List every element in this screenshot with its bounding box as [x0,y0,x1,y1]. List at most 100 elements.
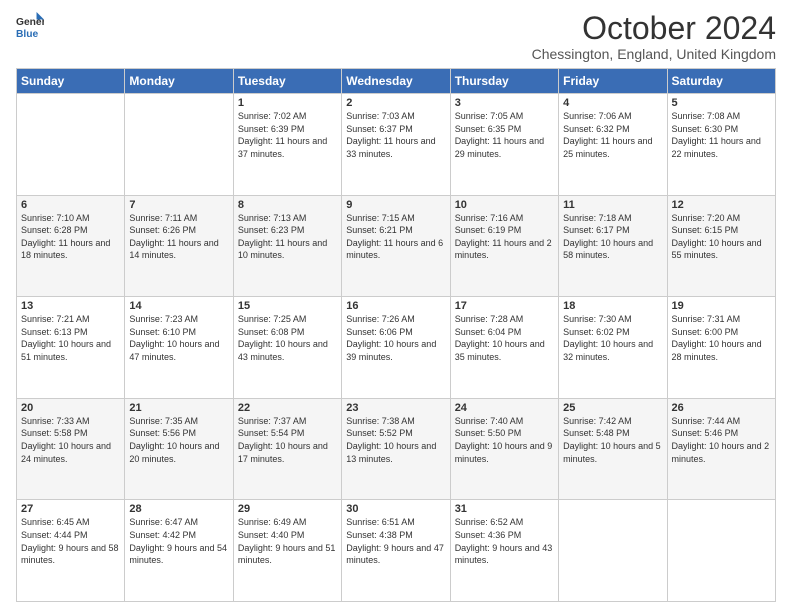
day-cell: 14Sunrise: 7:23 AM Sunset: 6:10 PM Dayli… [125,297,233,399]
day-cell: 12Sunrise: 7:20 AM Sunset: 6:15 PM Dayli… [667,195,775,297]
day-cell: 26Sunrise: 7:44 AM Sunset: 5:46 PM Dayli… [667,398,775,500]
day-number: 24 [455,402,554,414]
day-header-thursday: Thursday [450,69,558,94]
day-info: Sunrise: 7:06 AM Sunset: 6:32 PM Dayligh… [563,110,662,160]
day-header-saturday: Saturday [667,69,775,94]
week-row-0: 1Sunrise: 7:02 AM Sunset: 6:39 PM Daylig… [17,94,776,196]
day-cell: 27Sunrise: 6:45 AM Sunset: 4:44 PM Dayli… [17,500,125,602]
day-number: 12 [672,199,771,211]
day-info: Sunrise: 7:03 AM Sunset: 6:37 PM Dayligh… [346,110,445,160]
day-cell: 15Sunrise: 7:25 AM Sunset: 6:08 PM Dayli… [233,297,341,399]
day-number: 18 [563,300,662,312]
day-info: Sunrise: 7:26 AM Sunset: 6:06 PM Dayligh… [346,313,445,363]
day-number: 26 [672,402,771,414]
day-cell: 16Sunrise: 7:26 AM Sunset: 6:06 PM Dayli… [342,297,450,399]
day-cell: 11Sunrise: 7:18 AM Sunset: 6:17 PM Dayli… [559,195,667,297]
day-cell: 20Sunrise: 7:33 AM Sunset: 5:58 PM Dayli… [17,398,125,500]
day-info: Sunrise: 7:15 AM Sunset: 6:21 PM Dayligh… [346,212,445,262]
day-number: 28 [129,503,228,515]
day-header-monday: Monday [125,69,233,94]
day-number: 23 [346,402,445,414]
day-cell: 9Sunrise: 7:15 AM Sunset: 6:21 PM Daylig… [342,195,450,297]
day-cell: 8Sunrise: 7:13 AM Sunset: 6:23 PM Daylig… [233,195,341,297]
day-header-wednesday: Wednesday [342,69,450,94]
day-info: Sunrise: 7:42 AM Sunset: 5:48 PM Dayligh… [563,415,662,465]
day-cell: 23Sunrise: 7:38 AM Sunset: 5:52 PM Dayli… [342,398,450,500]
day-number: 30 [346,503,445,515]
day-info: Sunrise: 7:18 AM Sunset: 6:17 PM Dayligh… [563,212,662,262]
day-number: 9 [346,199,445,211]
day-number: 3 [455,97,554,109]
day-number: 5 [672,97,771,109]
day-number: 1 [238,97,337,109]
day-cell: 2Sunrise: 7:03 AM Sunset: 6:37 PM Daylig… [342,94,450,196]
day-cell [559,500,667,602]
day-number: 16 [346,300,445,312]
day-cell [667,500,775,602]
day-info: Sunrise: 7:10 AM Sunset: 6:28 PM Dayligh… [21,212,120,262]
day-number: 25 [563,402,662,414]
day-info: Sunrise: 6:45 AM Sunset: 4:44 PM Dayligh… [21,516,120,566]
day-number: 13 [21,300,120,312]
day-info: Sunrise: 7:25 AM Sunset: 6:08 PM Dayligh… [238,313,337,363]
day-number: 7 [129,199,228,211]
day-cell: 18Sunrise: 7:30 AM Sunset: 6:02 PM Dayli… [559,297,667,399]
day-number: 8 [238,199,337,211]
day-number: 2 [346,97,445,109]
day-info: Sunrise: 7:31 AM Sunset: 6:00 PM Dayligh… [672,313,771,363]
day-number: 20 [21,402,120,414]
header: General Blue October 2024 Chessington, E… [16,12,776,62]
day-number: 6 [21,199,120,211]
day-number: 19 [672,300,771,312]
day-info: Sunrise: 7:16 AM Sunset: 6:19 PM Dayligh… [455,212,554,262]
day-header-sunday: Sunday [17,69,125,94]
day-cell: 28Sunrise: 6:47 AM Sunset: 4:42 PM Dayli… [125,500,233,602]
day-info: Sunrise: 7:38 AM Sunset: 5:52 PM Dayligh… [346,415,445,465]
day-number: 27 [21,503,120,515]
day-cell: 10Sunrise: 7:16 AM Sunset: 6:19 PM Dayli… [450,195,558,297]
day-info: Sunrise: 7:28 AM Sunset: 6:04 PM Dayligh… [455,313,554,363]
day-number: 29 [238,503,337,515]
day-info: Sunrise: 7:33 AM Sunset: 5:58 PM Dayligh… [21,415,120,465]
day-cell: 25Sunrise: 7:42 AM Sunset: 5:48 PM Dayli… [559,398,667,500]
day-info: Sunrise: 7:44 AM Sunset: 5:46 PM Dayligh… [672,415,771,465]
day-info: Sunrise: 6:49 AM Sunset: 4:40 PM Dayligh… [238,516,337,566]
day-number: 10 [455,199,554,211]
day-cell: 1Sunrise: 7:02 AM Sunset: 6:39 PM Daylig… [233,94,341,196]
day-number: 31 [455,503,554,515]
day-cell: 31Sunrise: 6:52 AM Sunset: 4:36 PM Dayli… [450,500,558,602]
day-header-tuesday: Tuesday [233,69,341,94]
day-cell: 7Sunrise: 7:11 AM Sunset: 6:26 PM Daylig… [125,195,233,297]
day-number: 4 [563,97,662,109]
week-row-1: 6Sunrise: 7:10 AM Sunset: 6:28 PM Daylig… [17,195,776,297]
day-number: 14 [129,300,228,312]
day-cell: 21Sunrise: 7:35 AM Sunset: 5:56 PM Dayli… [125,398,233,500]
svg-text:Blue: Blue [16,29,39,40]
day-cell: 22Sunrise: 7:37 AM Sunset: 5:54 PM Dayli… [233,398,341,500]
day-info: Sunrise: 7:37 AM Sunset: 5:54 PM Dayligh… [238,415,337,465]
day-cell: 30Sunrise: 6:51 AM Sunset: 4:38 PM Dayli… [342,500,450,602]
day-cell: 6Sunrise: 7:10 AM Sunset: 6:28 PM Daylig… [17,195,125,297]
logo: General Blue [16,12,44,40]
day-info: Sunrise: 7:21 AM Sunset: 6:13 PM Dayligh… [21,313,120,363]
day-number: 11 [563,199,662,211]
day-info: Sunrise: 7:08 AM Sunset: 6:30 PM Dayligh… [672,110,771,160]
day-cell: 4Sunrise: 7:06 AM Sunset: 6:32 PM Daylig… [559,94,667,196]
day-number: 21 [129,402,228,414]
day-cell: 3Sunrise: 7:05 AM Sunset: 6:35 PM Daylig… [450,94,558,196]
day-info: Sunrise: 7:40 AM Sunset: 5:50 PM Dayligh… [455,415,554,465]
day-info: Sunrise: 7:05 AM Sunset: 6:35 PM Dayligh… [455,110,554,160]
day-number: 17 [455,300,554,312]
day-header-friday: Friday [559,69,667,94]
day-cell: 19Sunrise: 7:31 AM Sunset: 6:00 PM Dayli… [667,297,775,399]
location: Chessington, England, United Kingdom [532,46,776,62]
day-cell [17,94,125,196]
week-row-2: 13Sunrise: 7:21 AM Sunset: 6:13 PM Dayli… [17,297,776,399]
day-number: 15 [238,300,337,312]
week-row-3: 20Sunrise: 7:33 AM Sunset: 5:58 PM Dayli… [17,398,776,500]
day-cell: 17Sunrise: 7:28 AM Sunset: 6:04 PM Dayli… [450,297,558,399]
day-cell: 5Sunrise: 7:08 AM Sunset: 6:30 PM Daylig… [667,94,775,196]
week-row-4: 27Sunrise: 6:45 AM Sunset: 4:44 PM Dayli… [17,500,776,602]
day-cell [125,94,233,196]
day-info: Sunrise: 7:13 AM Sunset: 6:23 PM Dayligh… [238,212,337,262]
